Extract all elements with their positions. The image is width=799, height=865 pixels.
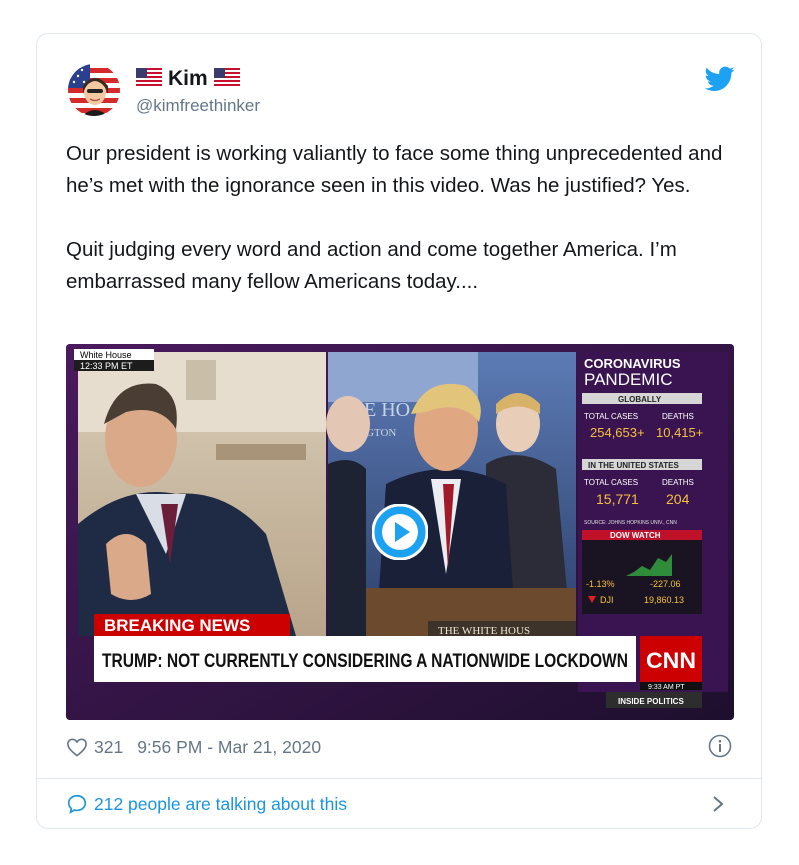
- tweet-paragraph: Our president is working valiantly to fa…: [66, 142, 723, 197]
- info-icon[interactable]: [708, 734, 732, 758]
- tweet-paragraph: Quit judging every word and action and c…: [66, 238, 677, 293]
- heart-icon[interactable]: [66, 737, 88, 757]
- play-button[interactable]: [371, 503, 429, 561]
- location-label: White House: [80, 350, 132, 360]
- breaking-news-label: BREAKING NEWS: [104, 616, 250, 635]
- cnn-logo: CNN: [646, 648, 696, 673]
- deaths-label: DEATHS: [662, 478, 694, 487]
- dow-index: DJI: [600, 595, 614, 605]
- location-time: 12:33 PM ET: [80, 361, 133, 371]
- tweet-timestamp[interactable]: 9:56 PM - Mar 21, 2020: [137, 737, 321, 758]
- like-count[interactable]: 321: [94, 737, 123, 758]
- panel-globally-label: GLOBALLY: [618, 395, 662, 404]
- dow-value: 19,860.13: [644, 595, 684, 605]
- tweet-meta: 321 9:56 PM - Mar 21, 2020: [66, 734, 321, 760]
- global-cases-value: 254,653+: [590, 425, 645, 440]
- conversation-label[interactable]: 212 people are talking about this: [94, 794, 347, 815]
- us-deaths-value: 204: [666, 491, 690, 507]
- dow-points: -227.06: [650, 579, 681, 589]
- clock-text: 9:33 AM PT: [648, 684, 685, 691]
- deaths-label: DEATHS: [662, 412, 694, 421]
- conversation-link[interactable]: 212 people are talking about this: [66, 791, 347, 817]
- play-icon: [371, 503, 429, 561]
- chevron-right-icon[interactable]: [711, 794, 725, 814]
- video-player[interactable]: White House 12:33 PM ET E HO GTON THE WH…: [66, 344, 734, 720]
- panel-title: PANDEMIC: [584, 370, 672, 389]
- user-handle[interactable]: @kimfreethinker: [136, 96, 260, 116]
- headline-text: TRUMP: NOT CURRENTLY CONSIDERING A NATIO…: [102, 651, 628, 672]
- show-name: INSIDE POLITICS: [618, 697, 684, 706]
- us-cases-value: 15,771: [596, 491, 639, 507]
- speech-bubble-icon: [66, 793, 88, 815]
- tweet-card[interactable]: Kim @kimfreethinker Our president is wor…: [36, 33, 762, 829]
- global-deaths-value: 10,415+: [656, 425, 703, 440]
- dow-percent: -1.13%: [586, 579, 615, 589]
- dow-watch-label: DOW WATCH: [610, 531, 661, 540]
- podium-text: THE WHITE HOUS: [438, 625, 530, 637]
- panel-title: CORONAVIRUS: [584, 356, 681, 371]
- us-flag-icon: [213, 67, 240, 91]
- backdrop-text: E HO: [364, 399, 410, 421]
- panel-source: SOURCE: JOHNS HOPKINS UNIV., CNN: [584, 520, 677, 526]
- divider: [37, 778, 761, 779]
- panel-us-label: IN THE UNITED STATES: [588, 461, 679, 470]
- display-name-row[interactable]: Kim: [136, 66, 240, 92]
- us-flag-icon: [136, 67, 162, 91]
- avatar[interactable]: [68, 64, 120, 116]
- tweet-text: Our president is working valiantly to fa…: [66, 138, 746, 298]
- display-name: Kim: [168, 67, 208, 90]
- total-cases-label: TOTAL CASES: [584, 478, 638, 487]
- backdrop-text: GTON: [366, 427, 396, 439]
- twitter-bird-icon[interactable]: [704, 66, 735, 92]
- total-cases-label: TOTAL CASES: [584, 412, 638, 421]
